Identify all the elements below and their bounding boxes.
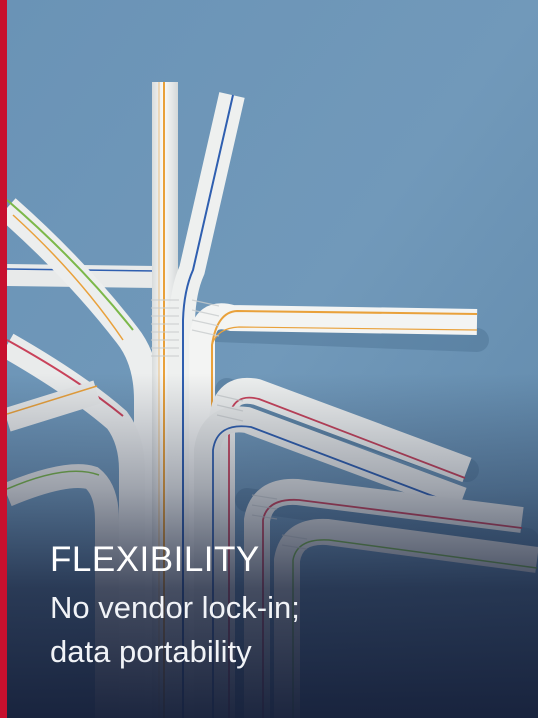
- feature-title: FLEXIBILITY: [50, 540, 260, 579]
- feature-subtitle-line1: No vendor lock-in;: [50, 590, 300, 625]
- accent-bar: [0, 0, 7, 718]
- feature-subtitle-line2: data portability: [50, 634, 252, 669]
- feature-card: FLEXIBILITY No vendor lock-in; data port…: [0, 0, 538, 718]
- feature-caption: FLEXIBILITY No vendor lock-in; data port…: [50, 534, 300, 674]
